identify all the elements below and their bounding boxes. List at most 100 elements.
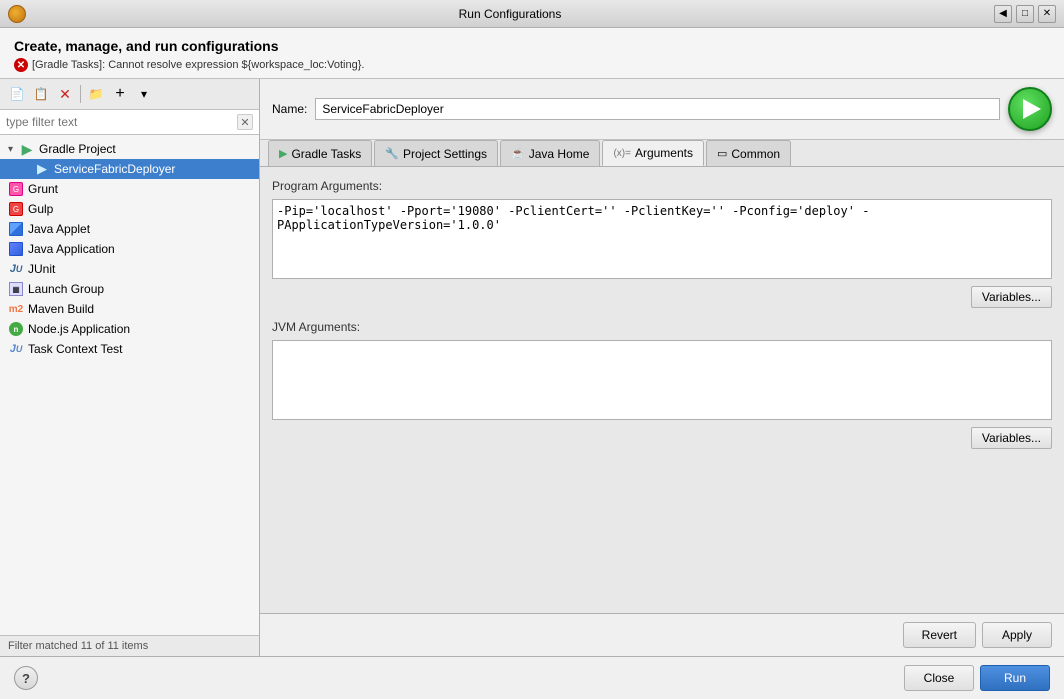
common-tab-label: Common xyxy=(731,147,780,161)
grunt-label: Grunt xyxy=(28,182,58,196)
dialog-header: Create, manage, and run configurations ✕… xyxy=(0,28,1064,79)
sidebar-item-service-fabric[interactable]: ▶ ServiceFabricDeployer xyxy=(0,159,259,179)
sidebar-item-maven-build[interactable]: m2 Maven Build xyxy=(0,299,259,319)
service-fabric-label: ServiceFabricDeployer xyxy=(54,162,175,176)
variables-btn-2[interactable]: Variables... xyxy=(971,427,1052,449)
footer-buttons: Close Run xyxy=(904,665,1050,691)
tree: ▾ ▶ Gradle Project ▶ ServiceFabricDeploy… xyxy=(0,135,259,635)
nodejs-icon: n xyxy=(8,321,24,337)
tab-java-home[interactable]: ☕ Java Home xyxy=(500,140,600,166)
search-area: ✕ xyxy=(0,110,259,135)
java-applet-icon xyxy=(8,221,24,237)
name-row: Name: xyxy=(260,79,1064,140)
gradle-project-icon: ▶ xyxy=(19,141,35,157)
launch-group-label: Launch Group xyxy=(28,282,104,296)
delete-config-button[interactable]: ✕ xyxy=(54,83,76,105)
run-button[interactable]: Run xyxy=(980,665,1050,691)
sidebar-item-java-applet[interactable]: Java Applet xyxy=(0,219,259,239)
left-panel: 📄 📋 ✕ 📁 + ▾ xyxy=(0,79,260,656)
arguments-tab-icon: (x)= xyxy=(613,148,631,159)
junit-label: JUnit xyxy=(28,262,55,276)
sidebar-item-launch-group[interactable]: ▦ Launch Group xyxy=(0,279,259,299)
filter-icon: 📁 xyxy=(89,87,104,101)
sidebar-item-gulp[interactable]: G Gulp xyxy=(0,199,259,219)
window-close[interactable]: ✕ xyxy=(1038,5,1056,23)
grunt-icon: G xyxy=(8,181,24,197)
java-application-icon xyxy=(8,241,24,257)
sidebar-item-nodejs[interactable]: n Node.js Application xyxy=(0,319,259,339)
tabs-bar: ▶ Gradle Tasks 🔧 Project Settings ☕ Java… xyxy=(260,140,1064,167)
java-home-tab-label: Java Home xyxy=(529,147,590,161)
bottom-bar: Revert Apply xyxy=(260,613,1064,656)
revert-button[interactable]: Revert xyxy=(903,622,976,648)
window-controls: ◀ □ ✕ xyxy=(994,5,1056,23)
common-tab-icon: ▭ xyxy=(717,147,727,160)
launch-group-icon: ▦ xyxy=(8,281,24,297)
dropdown-icon: ▾ xyxy=(141,87,147,101)
sidebar-item-java-application[interactable]: Java Application xyxy=(0,239,259,259)
program-args-input[interactable] xyxy=(272,199,1052,279)
new-icon: 📄 xyxy=(10,87,25,101)
run-triangle-icon xyxy=(1023,99,1041,119)
search-input[interactable] xyxy=(6,115,237,129)
window-back[interactable]: ◀ xyxy=(994,5,1012,23)
toolbar-separator-1 xyxy=(80,85,81,103)
task-context-label: Task Context Test xyxy=(28,342,123,356)
titlebar: Run Configurations ◀ □ ✕ xyxy=(0,0,1064,28)
dropdown-button[interactable]: ▾ xyxy=(133,83,155,105)
sidebar-item-grunt[interactable]: G Grunt xyxy=(0,179,259,199)
tab-project-settings[interactable]: 🔧 Project Settings xyxy=(374,140,498,166)
java-applet-label: Java Applet xyxy=(28,222,90,236)
program-args-label: Program Arguments: xyxy=(272,179,1052,193)
gradle-tasks-tab-label: Gradle Tasks xyxy=(291,147,361,161)
java-home-tab-icon: ☕ xyxy=(511,147,525,160)
app-icon xyxy=(8,5,26,23)
window-title: Run Configurations xyxy=(26,7,994,21)
filter-status: Filter matched 11 of 11 items xyxy=(0,635,259,656)
variables-btn-1[interactable]: Variables... xyxy=(971,286,1052,308)
add-config-button[interactable]: + xyxy=(109,83,131,105)
duplicate-config-button[interactable]: 📋 xyxy=(30,83,52,105)
name-input[interactable] xyxy=(315,98,1000,120)
gulp-label: Gulp xyxy=(28,202,53,216)
help-button[interactable]: ? xyxy=(14,666,38,690)
content-area: 📄 📋 ✕ 📁 + ▾ xyxy=(0,79,1064,656)
project-settings-tab-label: Project Settings xyxy=(403,147,487,161)
sidebar-item-junit[interactable]: JU JUnit xyxy=(0,259,259,279)
jvm-args-section: JVM Arguments: Variables... xyxy=(272,320,1052,449)
delete-icon: ✕ xyxy=(59,86,71,103)
apply-button[interactable]: Apply xyxy=(982,622,1052,648)
left-toolbar: 📄 📋 ✕ 📁 + ▾ xyxy=(0,79,259,110)
tab-gradle-tasks[interactable]: ▶ Gradle Tasks xyxy=(268,140,372,166)
main-content: Program Arguments: Variables... JVM Argu… xyxy=(260,167,1064,613)
service-fabric-icon: ▶ xyxy=(34,161,50,177)
error-icon: ✕ xyxy=(14,58,28,72)
project-settings-tab-icon: 🔧 xyxy=(385,147,399,160)
error-text: [Gradle Tasks]: Cannot resolve expressio… xyxy=(32,59,364,71)
search-clear-button[interactable]: ✕ xyxy=(237,114,253,130)
gradle-project-label: Gradle Project xyxy=(39,142,116,156)
jvm-args-input[interactable] xyxy=(272,340,1052,420)
close-button[interactable]: Close xyxy=(904,665,974,691)
nodejs-label: Node.js Application xyxy=(28,322,130,336)
new-config-button[interactable]: 📄 xyxy=(6,83,28,105)
maven-icon: m2 xyxy=(8,301,24,317)
sidebar-item-gradle-project[interactable]: ▾ ▶ Gradle Project xyxy=(0,139,259,159)
gulp-icon: G xyxy=(8,201,24,217)
window-maximize[interactable]: □ xyxy=(1016,5,1034,23)
program-args-section: Program Arguments: Variables... xyxy=(272,179,1052,308)
dialog-title: Create, manage, and run configurations xyxy=(14,38,1050,54)
right-panel: Name: ▶ Gradle Tasks 🔧 Project Settings … xyxy=(260,79,1064,656)
task-context-icon: JU xyxy=(8,341,24,357)
sidebar-item-task-context[interactable]: JU Task Context Test xyxy=(0,339,259,359)
jvm-args-label: JVM Arguments: xyxy=(272,320,1052,334)
filter-button[interactable]: 📁 xyxy=(85,83,107,105)
tab-common[interactable]: ▭ Common xyxy=(706,140,791,166)
tab-arguments[interactable]: (x)= Arguments xyxy=(602,140,704,166)
duplicate-icon: 📋 xyxy=(34,87,49,101)
run-large-button[interactable] xyxy=(1008,87,1052,131)
maven-label: Maven Build xyxy=(28,302,94,316)
name-label: Name: xyxy=(272,102,307,116)
arguments-tab-label: Arguments xyxy=(635,146,693,160)
dialog-footer: ? Close Run xyxy=(0,656,1064,699)
